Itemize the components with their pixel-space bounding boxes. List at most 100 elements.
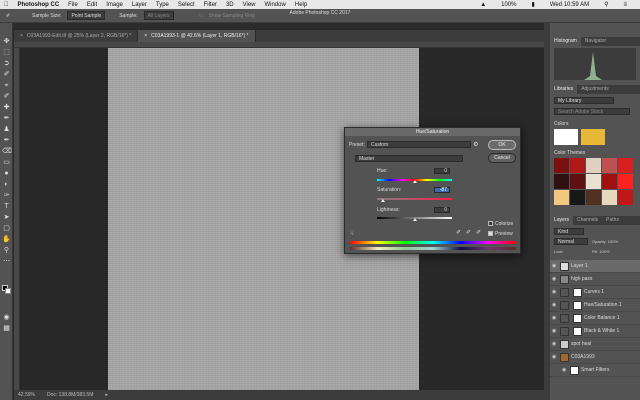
marquee-tool-icon[interactable]: ⬚ [2,48,11,57]
menu-view[interactable]: View [243,2,256,8]
dialog-title[interactable]: Hue/Saturation [345,128,520,136]
zoom-level[interactable]: 42.59% [18,392,35,398]
gear-icon[interactable]: ⚙ [473,141,478,148]
targeted-adjustment-icon[interactable]: ☟ [350,230,354,237]
zoom-tool-icon[interactable]: ⚲ [2,246,11,255]
eye-icon[interactable]: ◉ [550,341,558,347]
fill-field[interactable]: Fill: 100% [592,249,610,254]
eyedropper-tool-icon[interactable]: ✐ [2,92,11,101]
gradient-tool-icon[interactable]: ▭ [2,158,11,167]
menu-3d[interactable]: 3D [226,2,234,8]
close-icon[interactable]: × [20,30,23,42]
color-swatch-gold[interactable] [581,129,605,145]
eye-icon[interactable]: ◉ [550,289,558,295]
menu-type[interactable]: Type [156,2,169,8]
brush-tool-icon[interactable]: ✒ [2,114,11,123]
hand-tool-icon[interactable]: ✋ [2,235,11,244]
ok-button[interactable]: OK [488,140,516,150]
layer-row[interactable]: ◉ high pass [550,273,640,286]
color-swatch-white[interactable] [554,129,578,145]
eyedropper-icon[interactable]: ✐ [6,13,26,19]
saturation-value[interactable]: -87 [434,187,450,193]
crop-tool-icon[interactable]: ⌖ [2,81,11,90]
menu-select[interactable]: Select [178,2,195,8]
layer-row[interactable]: ◉ Color Balance 1 [550,312,640,325]
theme-color-swatch[interactable] [602,190,617,205]
layer-row[interactable]: ◉ Black & White 1 [550,325,640,338]
background-color-swatch[interactable] [5,288,11,294]
wifi-icon[interactable]: ▲ [480,2,486,8]
layer-name[interactable]: Smart Filters [581,367,609,373]
chevron-right-icon[interactable]: ▸ [105,392,108,398]
layer-name[interactable]: Curves 1 [584,289,604,295]
eyedropper-icon[interactable]: ✐ [456,229,461,236]
layer-name[interactable]: C03A1993 [571,354,595,360]
blend-mode-select[interactable]: Normal [554,238,588,245]
hue-slider-thumb[interactable] [413,180,417,183]
layer-name[interactable]: Black & White 1 [584,328,619,334]
layer-filter-kind[interactable]: Kind [554,228,584,235]
quick-mask-icon[interactable]: ◉ [2,313,11,322]
layer-row[interactable]: ◉ spot heal [550,338,640,351]
tab-paths[interactable]: Paths [602,216,623,225]
eye-icon[interactable]: ◉ [550,315,558,321]
layer-name[interactable]: spot heal [571,341,591,347]
theme-color-swatch[interactable] [554,174,569,189]
menu-image[interactable]: Image [106,2,123,8]
theme-color-swatch[interactable] [618,158,633,173]
type-tool-icon[interactable]: T [2,202,11,211]
eraser-tool-icon[interactable]: ⌫ [2,147,12,156]
apple-icon[interactable]:  [4,2,9,8]
blur-tool-icon[interactable]: ● [2,169,11,178]
library-search-input[interactable]: Search Adobe Stock [554,108,630,115]
layer-mask[interactable] [573,326,582,336]
theme-color-swatch[interactable] [570,158,585,173]
path-select-tool-icon[interactable]: ➤ [2,213,11,222]
clock[interactable]: Wed 10:59 AM [550,2,589,8]
lasso-tool-icon[interactable]: ➲ [2,59,11,68]
eyedropper-minus-icon[interactable]: ✐ [476,229,481,236]
theme-color-swatch[interactable] [570,174,585,189]
tab-histogram[interactable]: Histogram [550,37,581,46]
eye-icon[interactable]: ◉ [550,302,558,308]
tab-document-1[interactable]: × C03A1993-Edit.tif @ 25% (Layer 2, RGB/… [14,30,139,42]
screen-mode-icon[interactable]: ▦ [2,324,11,333]
hue-value[interactable]: 0 [434,168,450,174]
menu-layer[interactable]: Layer [132,2,147,8]
cancel-button[interactable]: Cancel [488,153,516,163]
layer-name[interactable]: Layer 1 [571,263,588,269]
layer-mask[interactable] [573,313,582,323]
eye-icon[interactable]: ◉ [560,367,568,373]
tab-channels[interactable]: Channels [573,216,602,225]
layer-row[interactable]: ◉ Smart Filters [550,364,640,377]
theme-color-swatch[interactable] [554,190,569,205]
battery-label[interactable]: 100% [501,2,516,8]
layer-mask[interactable] [573,287,582,297]
eyedropper-plus-icon[interactable]: ✐ [466,229,471,236]
move-tool-icon[interactable]: ✥ [2,37,11,46]
layer-row[interactable]: ◉ Curves 1 [550,286,640,299]
preview-checkbox[interactable] [488,231,493,236]
sample-size-select[interactable]: Point Sample [67,11,106,20]
tab-layers[interactable]: Layers [550,216,574,225]
colorize-checkbox[interactable] [488,221,493,226]
saturation-slider-thumb[interactable] [381,199,385,202]
eye-icon[interactable]: ◉ [550,276,558,282]
pen-tool-icon[interactable]: ✑ [2,191,11,200]
history-brush-tool-icon[interactable]: ✒ [2,136,11,145]
layer-row[interactable]: ◉ C03A1993 [550,351,640,364]
show-ring-checkbox[interactable]: □ [200,13,203,19]
opacity-field[interactable]: Opacity: 100% [592,239,618,244]
tab-document-2[interactable]: × C03A1993-1 @ 42.6% (Layer 1, RGB/16*) … [138,30,256,42]
menu-file[interactable]: File [68,2,78,8]
menu-window[interactable]: Window [265,2,286,8]
tab-adjustments[interactable]: Adjustments [577,85,613,94]
menu-list-icon[interactable]: ≡ [623,2,627,8]
tab-libraries[interactable]: Libraries [550,85,578,94]
eye-icon[interactable]: ◉ [550,328,558,334]
layer-name[interactable]: Hue/Saturation 1 [584,302,622,308]
library-select[interactable]: My Library [554,97,614,104]
app-menu[interactable]: Photoshop CC [18,2,60,8]
more-tools-icon[interactable]: ⋯ [2,257,11,266]
theme-color-swatch[interactable] [618,174,633,189]
